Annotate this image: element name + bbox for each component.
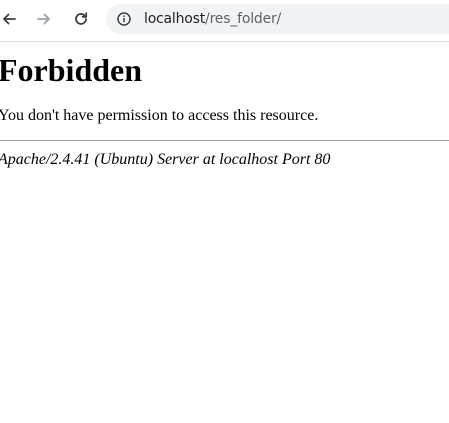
url-host: localhost <box>144 11 206 27</box>
divider <box>0 140 449 141</box>
arrow-right-icon <box>37 13 50 25</box>
page-title: Forbidden <box>0 52 143 88</box>
url-text[interactable]: localhost/res_folder/ <box>144 10 281 28</box>
url-path: /res_folder/ <box>205 11 282 27</box>
reload-icon <box>75 12 88 25</box>
page-content: Forbidden You don't have permission to a… <box>0 42 449 169</box>
back-button[interactable] <box>0 7 21 31</box>
error-message: You don't have permission to access this… <box>0 107 319 124</box>
info-icon <box>117 12 131 26</box>
address-bar[interactable]: localhost/res_folder/ <box>106 4 449 34</box>
arrow-left-icon <box>3 13 16 25</box>
browser-toolbar: localhost/res_folder/ <box>0 0 449 42</box>
forward-button[interactable] <box>32 7 56 31</box>
server-signature: Apache/2.4.41 (Ubuntu) Server at localho… <box>0 151 331 168</box>
reload-button[interactable] <box>69 7 93 31</box>
site-info-button[interactable] <box>116 11 132 27</box>
